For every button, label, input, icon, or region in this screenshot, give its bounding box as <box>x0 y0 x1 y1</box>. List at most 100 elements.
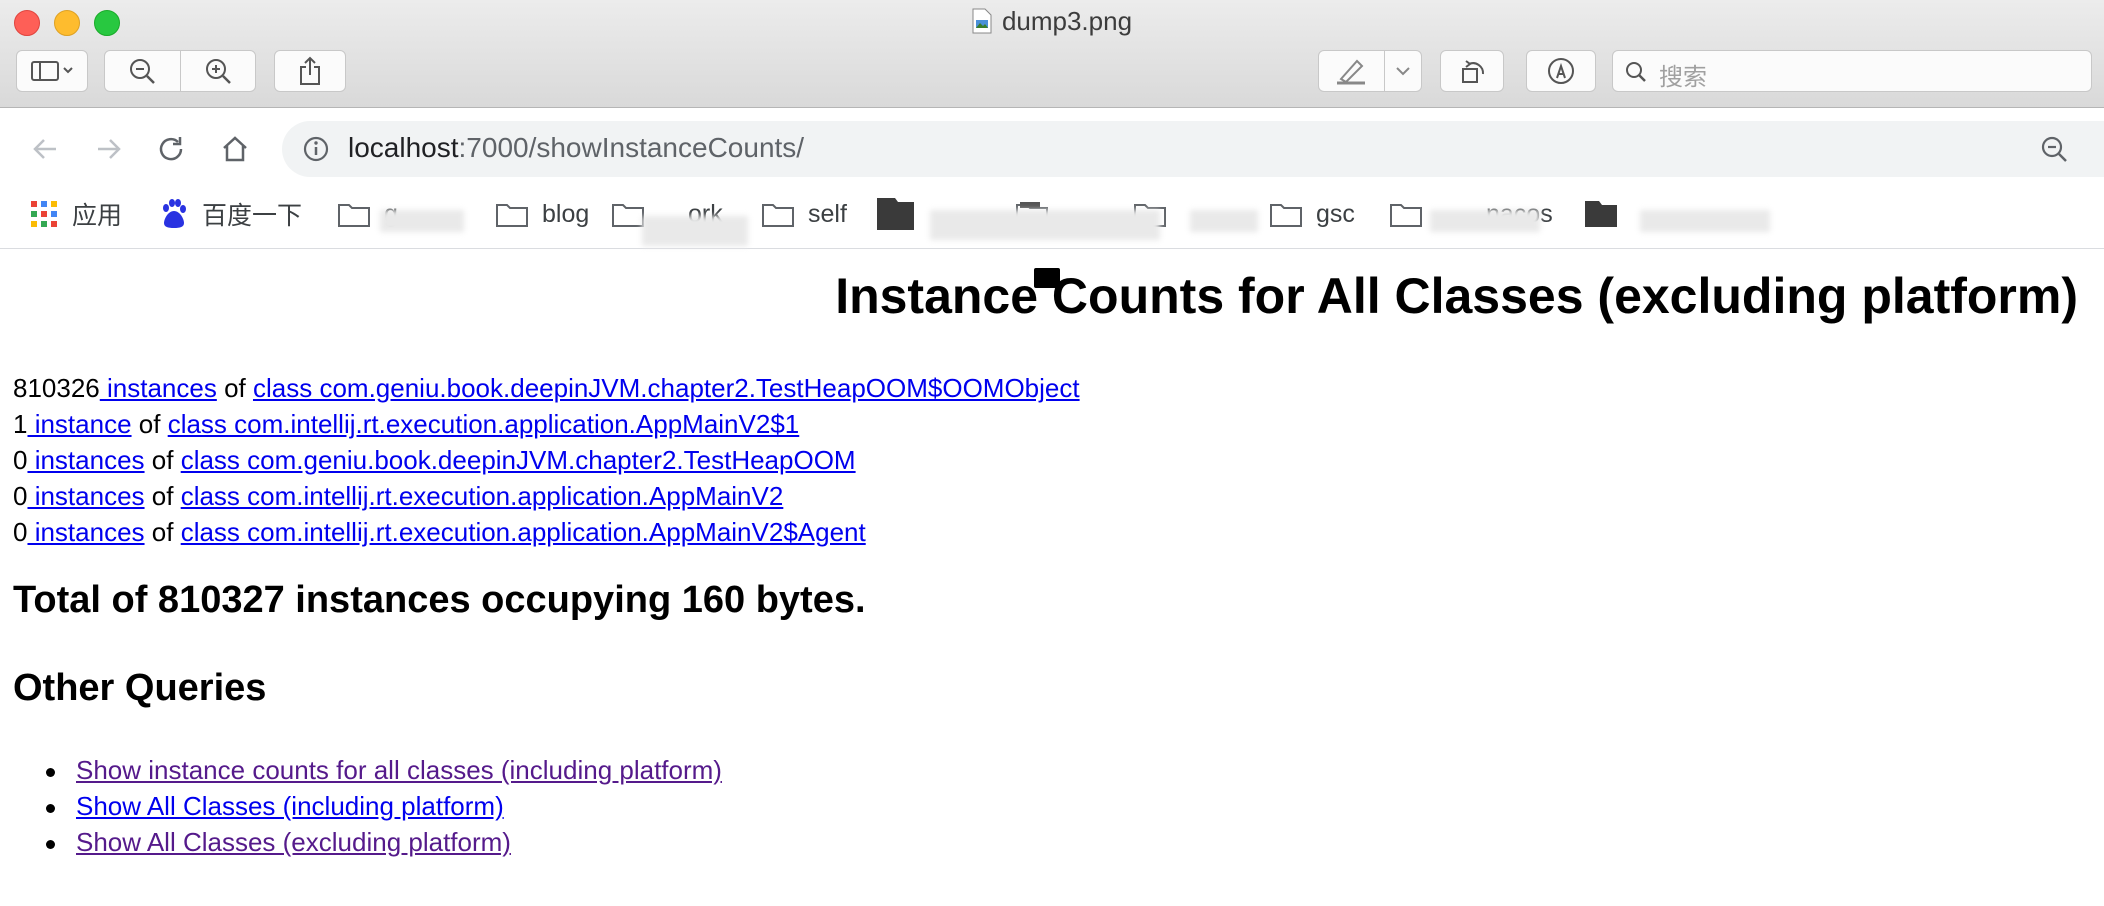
bookmark-folder-gsc[interactable]: gsc <box>1270 194 1355 234</box>
folder-icon <box>1270 204 1302 227</box>
query-list-item: Show All Classes (excluding platform) <box>46 827 511 858</box>
highlighter-pen-icon <box>1336 59 1365 85</box>
window-title-text: dump3.png <box>1001 6 1133 36</box>
image-file-icon <box>972 8 992 34</box>
reload-button[interactable] <box>154 132 188 166</box>
query-list-item: Show All Classes (including platform) <box>46 791 504 822</box>
info-icon[interactable] <box>302 135 330 163</box>
bullet-icon <box>46 804 55 813</box>
folder-icon <box>612 204 644 227</box>
query-list-item: Show instance counts for all classes (in… <box>46 755 722 786</box>
class-link[interactable]: class com.geniu.book.deepinJVM.chapter2.… <box>181 445 856 475</box>
zoom-out-button[interactable] <box>105 57 180 85</box>
page-content: Instance Counts for All Classes (excludi… <box>0 249 2104 906</box>
search-field[interactable]: 搜索 <box>1612 50 2092 92</box>
bookmark-folder-dark-1[interactable] <box>876 194 930 234</box>
bookmarks-bar: 应用 百度一下 g blog ork self gsc <box>0 186 2104 249</box>
markup-icon <box>1548 58 1574 84</box>
bookmark-label: 百度一下 <box>202 202 303 230</box>
redacted-region <box>380 210 464 232</box>
share-icon <box>300 56 320 85</box>
home-button[interactable] <box>218 132 252 166</box>
bullet-icon <box>46 840 55 849</box>
instance-row: 0 instances of class com.geniu.book.deep… <box>13 445 856 476</box>
url-text: localhost:7000/showInstanceCounts/ <box>348 132 804 164</box>
instance-count: 0 <box>13 481 28 511</box>
other-queries-heading: Other Queries <box>13 667 267 709</box>
instance-count: 1 <box>13 409 28 439</box>
class-link[interactable]: class com.intellij.rt.execution.applicat… <box>168 409 800 439</box>
home-icon <box>223 136 247 162</box>
of-text: of <box>216 373 253 403</box>
bullet-icon <box>46 768 55 777</box>
instance-row: 1 instance of class com.intellij.rt.exec… <box>13 409 799 440</box>
total-summary: Total of 810327 instances occupying 160 … <box>13 579 866 621</box>
arrow-left-icon <box>33 139 56 159</box>
url-host: localhost <box>348 132 459 163</box>
redaction-mark <box>1034 268 1060 288</box>
highlight-menu-button[interactable] <box>1385 65 1421 77</box>
folder-icon <box>762 204 794 227</box>
bookmark-label: 应用 <box>72 202 123 230</box>
instance-count: 0 <box>13 445 28 475</box>
redacted-region <box>1640 210 1770 232</box>
baidu-paw-icon <box>163 199 186 228</box>
chevron-down-icon <box>1396 67 1410 76</box>
instance-count: 810326 <box>13 373 100 403</box>
class-link[interactable]: class com.intellij.rt.execution.applicat… <box>181 481 784 511</box>
address-bar[interactable]: localhost:7000/showInstanceCounts/ <box>282 121 2104 177</box>
bookmark-label: self <box>808 199 847 228</box>
zoom-out-icon <box>130 59 156 84</box>
sidebar-toggle-button[interactable] <box>16 50 88 92</box>
window-titlebar: dump3.png 搜索 <box>0 0 2104 108</box>
redacted-region <box>1190 210 1258 232</box>
zoom-indicator-icon[interactable] <box>2040 135 2068 163</box>
folder-icon <box>338 204 370 227</box>
instances-link[interactable]: instances <box>27 481 145 511</box>
bookmark-folder-self[interactable]: self <box>762 194 847 234</box>
folder-dark-icon <box>1585 201 1617 227</box>
of-text: of <box>144 517 181 547</box>
query-link[interactable]: Show All Classes (excluding platform) <box>76 827 511 857</box>
bookmark-baidu[interactable]: 百度一下 <box>160 194 302 234</box>
zoom-buttons-group <box>104 50 256 92</box>
rotate-button[interactable] <box>1440 50 1504 92</box>
query-link[interactable]: Show instance counts for all classes (in… <box>76 755 722 785</box>
bookmark-folder-dark-2[interactable] <box>1584 194 1632 234</box>
markup-toolbar-button[interactable] <box>1526 50 1596 92</box>
of-text: of <box>144 445 181 475</box>
of-text: of <box>131 409 168 439</box>
instance-row: 810326 instances of class com.geniu.book… <box>13 373 1080 404</box>
bookmark-label: gsc <box>1316 199 1355 228</box>
bookmark-apps[interactable]: 应用 <box>30 194 122 234</box>
class-link[interactable]: class com.intellij.rt.execution.applicat… <box>181 517 866 547</box>
query-link[interactable]: Show All Classes (including platform) <box>76 791 504 821</box>
redacted-region <box>930 210 1160 240</box>
instances-link[interactable]: instances <box>27 445 145 475</box>
reload-icon <box>159 137 183 161</box>
of-text: of <box>144 481 181 511</box>
forward-button[interactable] <box>92 132 126 166</box>
instances-link[interactable]: instances <box>27 517 145 547</box>
arrow-right-icon <box>98 139 121 159</box>
window-title: dump3.png <box>0 6 2104 37</box>
instances-link[interactable]: instance <box>27 409 132 439</box>
share-button[interactable] <box>274 50 346 92</box>
redacted-region <box>642 216 748 246</box>
instance-row: 0 instances of class com.intellij.rt.exe… <box>13 481 783 512</box>
sidebar-icon <box>31 61 73 81</box>
bookmark-folder-blog[interactable]: blog <box>496 194 589 234</box>
instances-link[interactable]: instances <box>100 373 217 403</box>
class-link[interactable]: class com.geniu.book.deepinJVM.chapter2.… <box>253 373 1080 403</box>
markup-pen-group <box>1318 50 1422 92</box>
zoom-in-icon <box>205 59 231 84</box>
apps-grid-icon <box>31 201 57 227</box>
bookmark-label: blog <box>542 199 590 228</box>
highlight-button[interactable] <box>1319 57 1384 85</box>
folder-icon <box>496 204 528 227</box>
search-placeholder: 搜索 <box>1659 64 1707 91</box>
folder-icon <box>1390 204 1422 227</box>
back-button[interactable] <box>28 132 62 166</box>
zoom-in-button[interactable] <box>181 57 256 85</box>
search-icon <box>1626 62 1646 82</box>
